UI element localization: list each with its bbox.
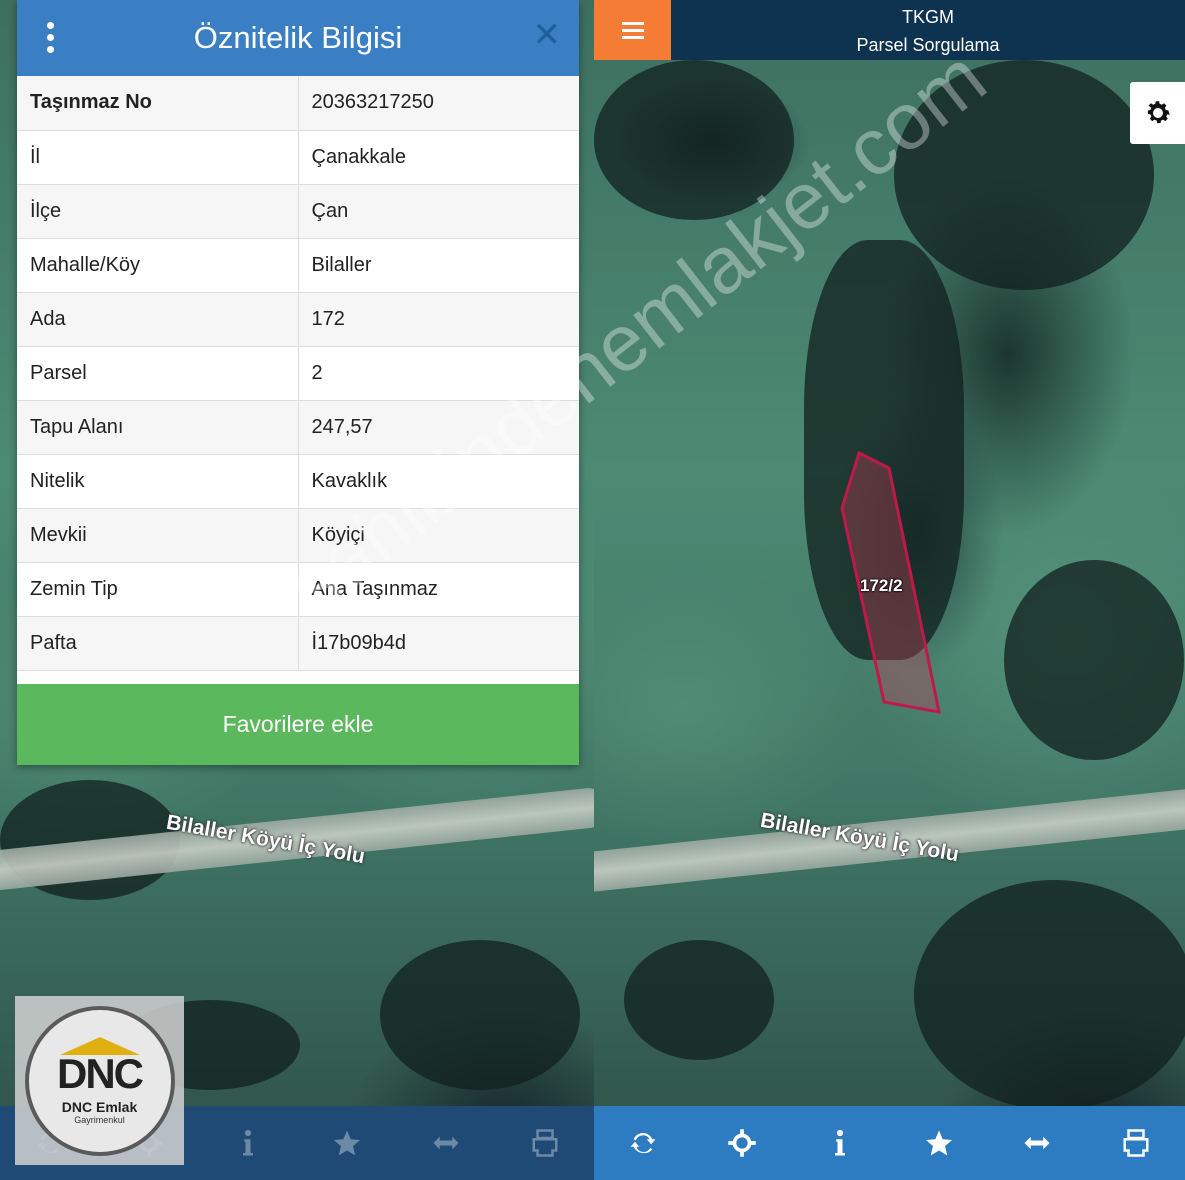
measure-button[interactable] <box>421 1118 471 1168</box>
info-button[interactable] <box>223 1118 273 1168</box>
attribute-key: Mevkii <box>17 508 299 563</box>
menu-button[interactable] <box>594 0 671 60</box>
right-screen: Bilaller Köyü İç Yolu 172/2 TKGM Parsel … <box>594 0 1185 1180</box>
attribute-key: Tapu Alanı <box>17 400 299 455</box>
attribute-value: 172 <box>298 292 579 347</box>
info-button[interactable] <box>815 1118 865 1168</box>
attribute-key: İlçe <box>17 184 299 239</box>
measure-icon <box>1024 1136 1050 1150</box>
app-title: TKGM Parsel Sorgulama <box>671 3 1185 59</box>
table-row: Zemin Tip Ana Taşınmaz <box>17 562 579 617</box>
star-icon <box>333 1130 360 1156</box>
attribute-value: Kavaklık <box>298 454 579 509</box>
gear-icon <box>1147 101 1170 124</box>
table-row: İlçe Çan <box>17 184 579 239</box>
locate-button[interactable] <box>717 1118 767 1168</box>
attribute-info-dialog: Öznitelik Bilgisi ✕ Taşınmaz No 203632172… <box>17 0 579 765</box>
table-row: Nitelik Kavaklık <box>17 454 579 509</box>
attribute-key: Nitelik <box>17 454 299 509</box>
attribute-value: 2 <box>298 346 579 401</box>
table-row: Mevkii Köyiçi <box>17 508 579 563</box>
attribute-key: İl <box>17 130 299 185</box>
favorite-button[interactable] <box>322 1118 372 1168</box>
refresh-icon <box>630 1132 656 1154</box>
table-row: Ada 172 <box>17 292 579 347</box>
left-screen: Bilaller Köyü İç Yolu Öznitelik Bilgisi … <box>0 0 594 1180</box>
locate-icon <box>728 1129 756 1157</box>
table-row: Pafta İ17b09b4d <box>17 616 579 671</box>
logo-sub2-text: Gayrimenkul <box>74 1114 125 1125</box>
satellite-map[interactable]: Bilaller Köyü İç Yolu 172/2 <box>594 0 1185 1180</box>
dialog-header: Öznitelik Bilgisi ✕ <box>17 0 579 76</box>
table-row: Mahalle/Köy Bilaller <box>17 238 579 293</box>
table-row: Parsel 2 <box>17 346 579 401</box>
parcel-label: 172/2 <box>860 576 903 595</box>
app-title-line2: Parsel Sorgulama <box>856 35 1000 55</box>
logo-sub-text: DNC Emlak <box>61 1098 138 1115</box>
attribute-key: Pafta <box>17 616 299 671</box>
attribute-key: Zemin Tip <box>17 562 299 617</box>
attribute-value: Çan <box>298 184 579 239</box>
attribute-value: Çanakkale <box>298 130 579 185</box>
attribute-value: İ17b09b4d <box>298 616 579 671</box>
attribute-key: Taşınmaz No <box>17 76 299 131</box>
print-icon <box>532 1129 557 1157</box>
attribute-key: Mahalle/Köy <box>17 238 299 293</box>
table-row: Taşınmaz No 20363217250 <box>17 76 579 131</box>
attribute-value: 20363217250 <box>298 76 579 131</box>
settings-button[interactable] <box>1130 82 1185 144</box>
info-icon <box>835 1129 846 1156</box>
hamburger-icon <box>621 18 644 43</box>
favorite-button[interactable] <box>914 1118 964 1168</box>
app-header: TKGM Parsel Sorgulama <box>594 0 1185 60</box>
more-options-icon[interactable] <box>47 22 57 58</box>
print-icon <box>1123 1129 1149 1157</box>
measure-button[interactable] <box>1012 1118 1062 1168</box>
refresh-button[interactable] <box>618 1118 668 1168</box>
measure-icon <box>433 1136 458 1150</box>
table-row: İl Çanakkale <box>17 130 579 185</box>
print-button[interactable] <box>1111 1118 1161 1168</box>
info-icon <box>242 1129 253 1156</box>
print-button[interactable] <box>520 1118 570 1168</box>
app-title-line1: TKGM <box>902 7 954 27</box>
attribute-value: Bilaller <box>298 238 579 293</box>
dialog-title: Öznitelik Bilgisi <box>193 20 403 55</box>
bottom-toolbar <box>594 1106 1185 1180</box>
attribute-value: Ana Taşınmaz <box>298 562 579 617</box>
logo-main-text: DNC <box>57 1049 144 1097</box>
attribute-value: 247,57 <box>298 400 579 455</box>
attribute-key: Parsel <box>17 346 299 401</box>
attribute-table: Taşınmaz No 20363217250 İl Çanakkale İlçe Çan… <box>17 76 579 671</box>
attribute-key: Ada <box>17 292 299 347</box>
add-to-favorites-button[interactable]: Favorilere ekle <box>17 684 579 765</box>
star-icon <box>925 1130 952 1156</box>
dnc-logo: DNC DNC Emlak Gayrimenkul <box>15 996 184 1165</box>
attribute-value: Köyiçi <box>298 508 579 563</box>
table-row: Tapu Alanı 247,57 <box>17 400 579 455</box>
close-icon[interactable]: ✕ <box>533 18 562 52</box>
